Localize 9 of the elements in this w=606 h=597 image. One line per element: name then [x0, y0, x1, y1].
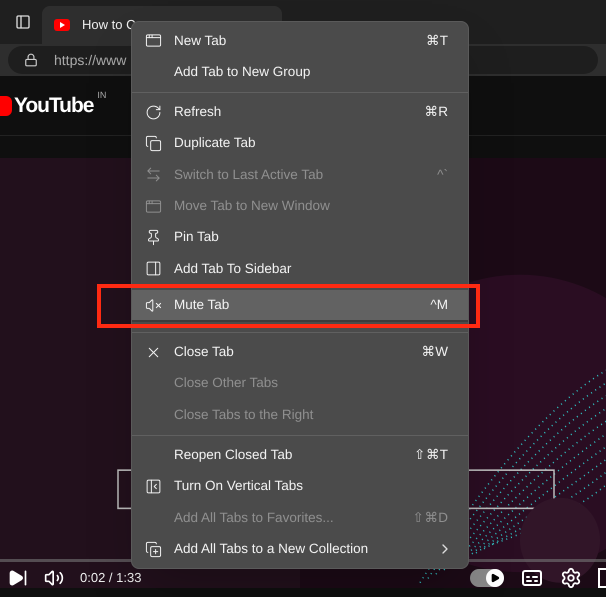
shortcut-label: ⌘R — [424, 103, 448, 122]
shortcut-label: ⇧⌘D — [412, 508, 448, 527]
time-display: 0:02 / 1:33 — [80, 569, 142, 588]
shortcut-label: ⇧⌘T — [414, 446, 448, 464]
shortcut-label: ⌘W — [421, 343, 448, 362]
shortcut-label: ^` — [437, 166, 448, 184]
shortcut-label: ⌘T — [426, 32, 448, 50]
shortcut-label: ^M — [430, 296, 448, 314]
region-label: IN — [97, 89, 106, 102]
